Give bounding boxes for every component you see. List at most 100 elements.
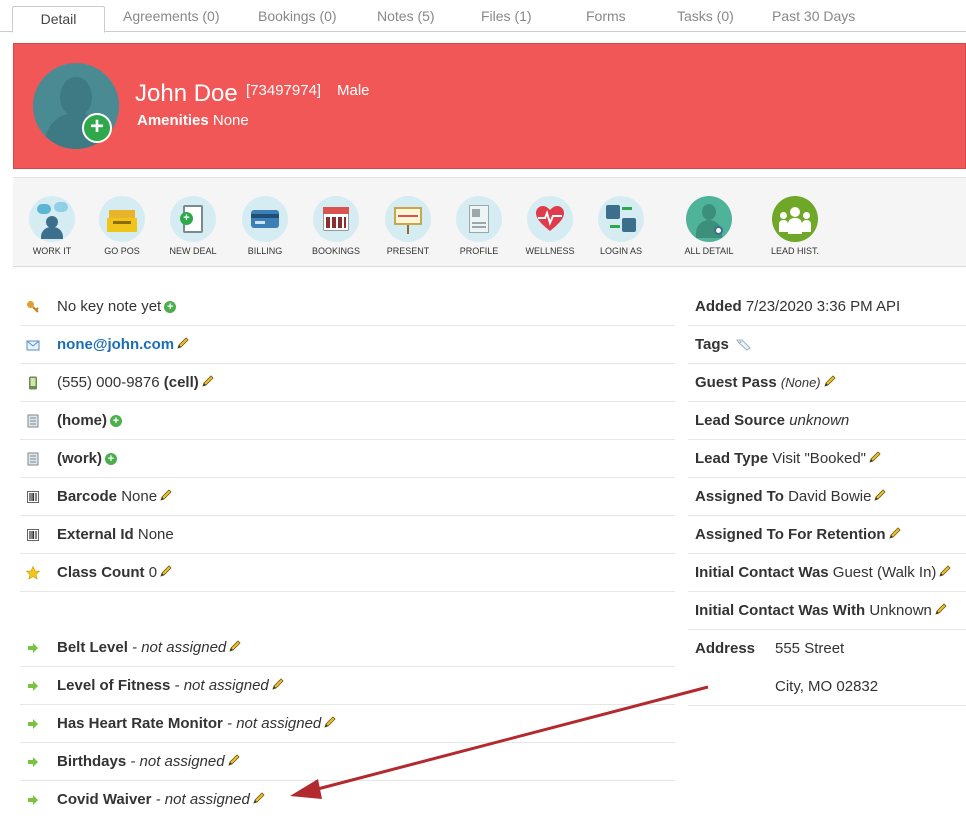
billing-label: BILLING bbox=[247, 246, 283, 256]
billing-button[interactable]: BILLING bbox=[230, 196, 300, 256]
edit-pencil-icon[interactable] bbox=[227, 753, 241, 767]
initial-contact-label: Initial Contact Was bbox=[695, 564, 829, 581]
guest-pass-row: Guest Pass (None) bbox=[688, 364, 966, 402]
work-phone-label: (work) bbox=[57, 450, 102, 467]
tab-agreements[interactable]: Agreements (0) bbox=[123, 8, 219, 24]
edit-pencil-icon[interactable] bbox=[252, 791, 266, 805]
edit-class-count-pencil-icon[interactable] bbox=[159, 564, 173, 578]
member-name: John Doe bbox=[135, 80, 238, 107]
custom-field-row: Belt Level - not assigned bbox=[20, 629, 675, 667]
custom-field-value: - not assigned bbox=[174, 677, 269, 694]
address-label: Address bbox=[695, 640, 756, 657]
work-phone-row: (work) + bbox=[20, 440, 675, 478]
tab-files[interactable]: Files (1) bbox=[481, 8, 532, 24]
present-button[interactable]: PRESENT bbox=[373, 196, 443, 256]
phone-number: (555) 000-9876 bbox=[57, 374, 160, 391]
key-note-text: No key note yet bbox=[57, 298, 162, 315]
initial-contact-value: Guest (Walk In) bbox=[832, 564, 937, 581]
edit-pencil-icon[interactable] bbox=[271, 677, 285, 691]
barcode-row: Barcode None bbox=[20, 478, 675, 516]
custom-field-row: Has Heart Rate Monitor - not assigned bbox=[20, 705, 675, 743]
external-id-label: External Id bbox=[57, 526, 134, 543]
profile-document-icon bbox=[456, 196, 502, 242]
edit-assigned-to-pencil-icon[interactable] bbox=[873, 488, 887, 502]
edit-initial-with-pencil-icon[interactable] bbox=[934, 602, 948, 616]
work-it-button[interactable]: WORK IT bbox=[17, 196, 87, 256]
class-count-label: Class Count bbox=[57, 564, 145, 581]
all-detail-label: ALL DETAIL bbox=[684, 246, 734, 256]
cash-register-icon bbox=[99, 196, 145, 242]
profile-label: PROFILE bbox=[459, 246, 499, 256]
custom-field-row: Level of Fitness - not assigned bbox=[20, 667, 675, 705]
wellness-button[interactable]: WELLNESS bbox=[515, 196, 585, 256]
tab-bar: Detail Agreements (0) Bookings (0) Notes… bbox=[0, 0, 966, 33]
retention-row: Assigned To For Retention bbox=[688, 516, 966, 554]
custom-field-row: Covid Waiver - not assigned bbox=[20, 781, 675, 818]
class-count-value: 0 bbox=[148, 564, 158, 581]
present-label: PRESENT bbox=[386, 246, 430, 256]
external-id-value: None bbox=[137, 526, 174, 543]
amenities-label: Amenities bbox=[137, 112, 209, 129]
profile-button[interactable]: PROFILE bbox=[444, 196, 514, 256]
member-gender: Male bbox=[337, 82, 370, 99]
envelope-icon bbox=[26, 340, 40, 351]
login-as-button[interactable]: LOGIN AS bbox=[586, 196, 656, 256]
phone-book-icon bbox=[27, 414, 39, 428]
all-detail-button[interactable]: ALL DETAIL bbox=[674, 196, 744, 256]
tags-row: Tags bbox=[688, 326, 966, 364]
member-header: + John Doe [73497974] Male Amenities Non… bbox=[13, 43, 966, 169]
add-work-phone-icon[interactable]: + bbox=[105, 453, 117, 465]
edit-barcode-pencil-icon[interactable] bbox=[159, 488, 173, 502]
edit-pencil-icon[interactable] bbox=[323, 715, 337, 729]
clipboard-plus-icon: + bbox=[170, 196, 216, 242]
edit-email-pencil-icon[interactable] bbox=[176, 336, 190, 350]
tab-forms[interactable]: Forms bbox=[586, 8, 626, 24]
add-home-phone-icon[interactable]: + bbox=[110, 415, 122, 427]
lead-history-button[interactable]: LEAD HIST. bbox=[760, 196, 830, 256]
custom-field-label: Birthdays bbox=[57, 753, 127, 770]
tab-past-30-days[interactable]: Past 30 Days bbox=[772, 8, 855, 24]
custom-field-label: Level of Fitness bbox=[57, 677, 171, 694]
custom-field-row: Birthdays - not assigned bbox=[20, 743, 675, 781]
tab-tasks[interactable]: Tasks (0) bbox=[677, 8, 734, 24]
key-icon bbox=[27, 301, 39, 313]
star-icon bbox=[26, 566, 40, 580]
edit-retention-pencil-icon[interactable] bbox=[888, 526, 902, 540]
calendar-icon bbox=[313, 196, 359, 242]
assigned-to-value: David Bowie bbox=[788, 488, 872, 505]
new-deal-label: NEW DEAL bbox=[169, 246, 217, 256]
edit-initial-contact-pencil-icon[interactable] bbox=[938, 564, 952, 578]
edit-lead-type-pencil-icon[interactable] bbox=[868, 450, 882, 464]
tab-bookings[interactable]: Bookings (0) bbox=[258, 8, 337, 24]
lead-type-row: Lead Type Visit "Booked" bbox=[688, 440, 966, 478]
added-value: 7/23/2020 3:36 PM API bbox=[745, 298, 901, 315]
go-pos-button[interactable]: GO POS bbox=[87, 196, 157, 256]
custom-field-label: Covid Waiver bbox=[57, 791, 152, 808]
divider bbox=[20, 591, 675, 592]
edit-phone-pencil-icon[interactable] bbox=[201, 374, 215, 388]
tab-detail[interactable]: Detail bbox=[12, 6, 105, 33]
guest-pass-value: (None) bbox=[780, 375, 821, 390]
tab-notes[interactable]: Notes (5) bbox=[377, 8, 435, 24]
edit-pencil-icon[interactable] bbox=[228, 639, 242, 653]
assigned-to-label: Assigned To bbox=[695, 488, 784, 505]
add-key-note-icon[interactable]: + bbox=[164, 301, 177, 313]
amenities-value: None bbox=[212, 112, 249, 129]
edit-guest-pass-pencil-icon[interactable] bbox=[823, 374, 837, 388]
phone-book-icon bbox=[27, 452, 39, 466]
green-arrow-icon bbox=[28, 681, 38, 691]
action-toolbar: WORK IT GO POS + NEW DEAL BILLING BOOKIN… bbox=[13, 177, 966, 267]
custom-field-value: - not assigned bbox=[155, 791, 250, 808]
address-line1: 555 Street bbox=[775, 640, 845, 657]
bookings-button[interactable]: BOOKINGS bbox=[301, 196, 371, 256]
green-arrow-icon bbox=[28, 643, 38, 653]
lead-source-label: Lead Source bbox=[695, 412, 786, 429]
add-photo-icon[interactable]: + bbox=[82, 113, 112, 143]
green-arrow-icon bbox=[28, 757, 38, 767]
new-deal-button[interactable]: + NEW DEAL bbox=[158, 196, 228, 256]
address-line2: City, MO 02832 bbox=[775, 678, 879, 695]
tag-icon[interactable] bbox=[736, 337, 752, 351]
barcode-icon bbox=[27, 491, 39, 503]
phone-type: (cell) bbox=[163, 374, 199, 391]
email-link[interactable]: none@john.com bbox=[57, 336, 174, 353]
